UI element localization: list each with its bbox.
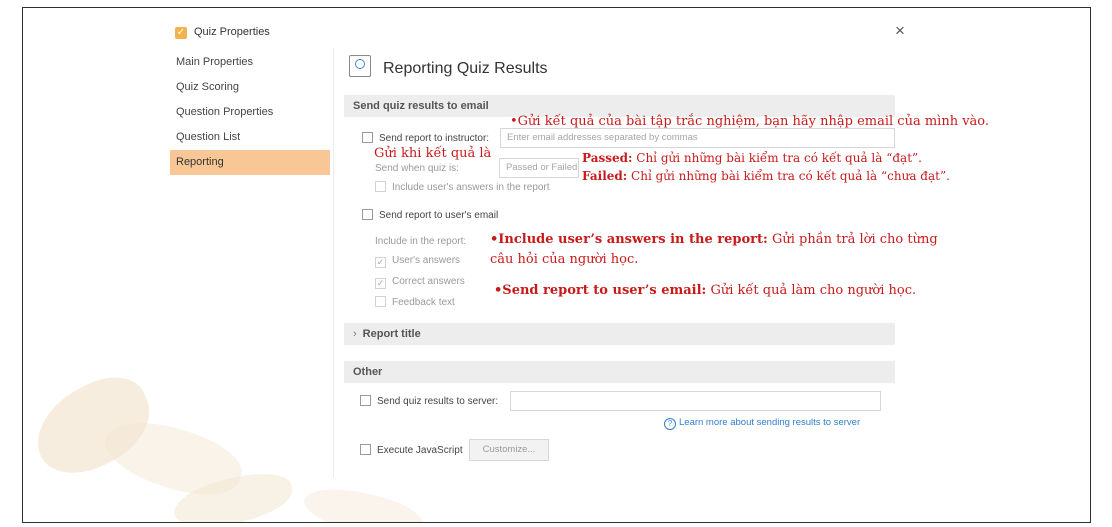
- sidebar-item-question-properties[interactable]: Question Properties: [170, 100, 330, 125]
- javascript-row: Execute JavaScript: [360, 444, 463, 456]
- javascript-label: Execute JavaScript: [377, 445, 463, 456]
- server-url-input[interactable]: [510, 391, 881, 411]
- include-in-report-label: Include in the report:: [375, 236, 467, 247]
- annotation-passed-term: Passed:: [582, 151, 633, 165]
- annotation-include-desc-1: Gửi phần trả lời cho từng: [767, 232, 938, 247]
- annotation-send-user-desc: Gửi kết quả làm cho người học.: [706, 283, 917, 298]
- annotation-email-note: •Gửi kết quả của bài tập trắc nghiệm, bạ…: [510, 114, 990, 129]
- annotation-send-user-term: •Send report to user’s email:: [494, 283, 707, 298]
- sidebar-item-question-list[interactable]: Question List: [170, 125, 330, 150]
- sidebar-item-quiz-scoring[interactable]: Quiz Scoring: [170, 75, 330, 100]
- dialog-titlebar: ✓ Quiz Properties ×: [175, 16, 915, 46]
- envelope-icon: [349, 55, 371, 77]
- correct-answers-label: Correct answers: [392, 276, 465, 287]
- include-answers-row: Include user's answers in the report: [375, 181, 550, 193]
- annotation-include-term: •Include user’s answers in the report:: [490, 232, 768, 247]
- annotation-include-desc-2: câu hỏi của người học.: [490, 252, 639, 267]
- chevron-right-icon: ›: [353, 328, 357, 340]
- server-checkbox[interactable]: [360, 395, 371, 406]
- content-divider: [333, 48, 334, 478]
- server-label: Send quiz results to server:: [377, 396, 499, 407]
- send-when-select[interactable]: Passed or Failed: [499, 158, 579, 178]
- customize-button[interactable]: Customize...: [469, 439, 549, 461]
- annotation-failed-desc: Chỉ gửi những bài kiểm tra có kết quả là…: [627, 169, 950, 183]
- sidebar-item-main-properties[interactable]: Main Properties: [170, 50, 330, 75]
- annotation-send-when: Gửi khi kết quả là: [374, 146, 492, 161]
- decorative-leaf: [299, 478, 427, 522]
- sidebar-item-reporting[interactable]: Reporting: [170, 150, 330, 175]
- javascript-checkbox[interactable]: [360, 444, 371, 455]
- user-report-label: Send report to user's email: [379, 210, 499, 221]
- close-button[interactable]: ×: [889, 20, 911, 42]
- annotation-include: •Include user’s answers in the report: G…: [490, 232, 938, 247]
- dialog-title: Quiz Properties: [194, 26, 270, 38]
- server-row: Send quiz results to server:: [360, 395, 498, 407]
- user-report-row: Send report to user's email: [362, 209, 498, 221]
- page-title: Reporting Quiz Results: [383, 60, 548, 77]
- annotation-send-user: •Send report to user’s email: Gửi kết qu…: [494, 283, 916, 298]
- option-correct-answers: ✓ Correct answers: [375, 276, 465, 289]
- report-title-expander[interactable]: › Report title: [344, 323, 895, 345]
- send-when-label: Send when quiz is:: [375, 163, 459, 174]
- users-answers-checkbox[interactable]: ✓: [375, 257, 386, 268]
- annotation-failed: Failed: Chỉ gửi những bài kiểm tra có kế…: [582, 169, 950, 183]
- feedback-text-label: Feedback text: [392, 297, 455, 308]
- correct-answers-checkbox[interactable]: ✓: [375, 278, 386, 289]
- include-answers-label: Include user's answers in the report: [392, 182, 550, 193]
- option-feedback-text: Feedback text: [375, 296, 455, 308]
- option-users-answers: ✓ User's answers: [375, 255, 460, 268]
- instructor-report-checkbox[interactable]: [362, 132, 373, 143]
- instructor-email-input[interactable]: Enter email addresses separated by comma…: [500, 128, 895, 148]
- users-answers-label: User's answers: [392, 255, 461, 266]
- feedback-text-checkbox[interactable]: [375, 296, 386, 307]
- instructor-report-label: Send report to instructor:: [379, 133, 490, 144]
- sidebar: Main Properties Quiz Scoring Question Pr…: [170, 50, 330, 175]
- checkbox-app-icon: ✓: [175, 27, 187, 39]
- user-report-checkbox[interactable]: [362, 209, 373, 220]
- annotation-passed-desc: Chỉ gửi những bài kiểm tra có kết quả là…: [632, 151, 922, 165]
- report-title-label: Report title: [362, 328, 421, 340]
- annotation-failed-term: Failed:: [582, 169, 628, 183]
- learn-more-link[interactable]: ? Learn more about sending results to ser…: [664, 417, 860, 430]
- annotation-passed: Passed: Chỉ gửi những bài kiểm tra có kế…: [582, 151, 922, 165]
- include-answers-checkbox[interactable]: [375, 181, 386, 192]
- question-circle-icon: ?: [664, 418, 676, 430]
- instructor-report-row: Send report to instructor:: [362, 132, 489, 144]
- section-header-other: Other: [344, 361, 895, 383]
- learn-more-label: Learn more about sending results to serv…: [679, 417, 861, 428]
